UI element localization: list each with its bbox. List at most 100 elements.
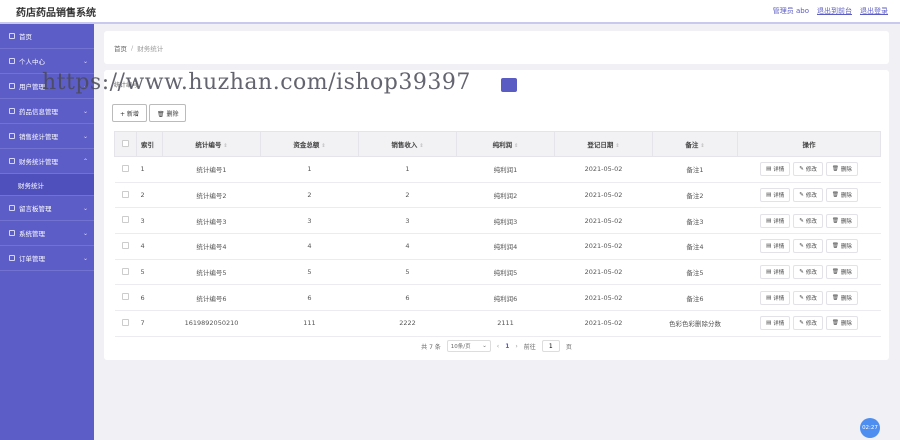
add-button[interactable]: + 新增: [112, 104, 147, 122]
col-income[interactable]: 销售收入 ⇕: [358, 131, 457, 157]
checkbox[interactable]: [122, 267, 129, 275]
edit-button[interactable]: ✎ 修改: [793, 316, 823, 331]
col-note[interactable]: 备注 ⇕: [652, 131, 738, 157]
cell-index: 4: [136, 233, 163, 260]
sort-icon[interactable]: ⇕: [321, 143, 325, 149]
cell-date: 2021-05-02: [554, 207, 653, 235]
row-delete-button[interactable]: 🗑 删除: [825, 290, 858, 305]
delete-button[interactable]: 🗑 删除: [148, 104, 187, 122]
row-delete-button[interactable]: 🗑 删除: [825, 239, 858, 254]
cell-index: 2: [136, 182, 163, 209]
col-profit[interactable]: 纯利润 ⇕: [456, 131, 555, 157]
row-checkbox-cell[interactable]: [114, 310, 137, 337]
edit-button[interactable]: ✎ 修改: [793, 265, 823, 280]
sidebar-item-finance[interactable]: 财务统计管理 ⌃: [0, 149, 94, 174]
sidebar-item-messages[interactable]: 留言板管理 ⌄: [0, 196, 94, 221]
document-icon: ▤: [766, 320, 772, 327]
edit-button[interactable]: ✎ 修改: [793, 290, 823, 305]
sort-icon[interactable]: ⇕: [514, 143, 518, 149]
sidebar-item-label: 首页: [19, 33, 32, 41]
pagination-total: 共 7 条: [421, 343, 441, 351]
col-code[interactable]: 统计编号 ⇕: [162, 131, 261, 157]
cell-profit: 纯利润2: [456, 182, 555, 209]
sidebar-item-label: 留言板管理: [19, 205, 52, 213]
settings-icon: [9, 230, 15, 236]
cell-date: 2021-05-02: [554, 310, 653, 337]
checkbox[interactable]: [122, 164, 129, 172]
sidebar-item-drugs[interactable]: 药品信息管理 ⌄: [0, 99, 94, 124]
checkbox[interactable]: [122, 190, 129, 198]
detail-button[interactable]: ▤ 详情: [760, 188, 791, 203]
prev-page-button[interactable]: ‹: [497, 343, 499, 350]
detail-button[interactable]: ▤ 详情: [760, 239, 791, 254]
cell-total: 1: [260, 156, 359, 183]
checkbox[interactable]: [122, 241, 129, 249]
edit-button[interactable]: ✎ 修改: [793, 213, 823, 228]
trash-icon: 🗑: [831, 294, 839, 301]
document-icon: ▤: [766, 192, 772, 199]
page-number-current[interactable]: 1: [505, 343, 509, 350]
cell-date: 2021-05-02: [554, 182, 653, 209]
sort-icon[interactable]: ⇕: [419, 143, 423, 149]
cell-note: 备注3: [652, 207, 738, 235]
logout-link[interactable]: 退出登录: [860, 6, 888, 16]
back-to-front-link[interactable]: 退出到前台: [817, 6, 852, 16]
next-page-button[interactable]: ›: [515, 343, 517, 350]
edit-button[interactable]: ✎ 修改: [793, 239, 823, 254]
row-checkbox-cell[interactable]: [114, 207, 137, 235]
sort-icon[interactable]: ⇕: [700, 143, 704, 149]
edit-button[interactable]: ✎ 修改: [793, 162, 823, 177]
row-checkbox-cell[interactable]: [114, 156, 137, 183]
select-all-header[interactable]: [114, 131, 137, 157]
sidebar-item-system[interactable]: 系统管理 ⌄: [0, 221, 94, 246]
checkbox[interactable]: [122, 139, 129, 147]
cell-index: 3: [136, 207, 163, 235]
row-delete-button[interactable]: 🗑 删除: [825, 188, 858, 203]
cell-index: 5: [136, 259, 163, 286]
row-checkbox-cell[interactable]: [114, 284, 137, 312]
detail-button[interactable]: ▤ 详情: [760, 213, 791, 228]
chevron-down-icon: ⌄: [82, 229, 88, 237]
edit-icon: ✎: [799, 294, 804, 301]
goto-page-input[interactable]: [541, 340, 560, 352]
floating-clock-badge[interactable]: 02:27: [860, 418, 880, 438]
sidebar-item-home[interactable]: 首页: [0, 24, 94, 49]
detail-button[interactable]: ▤ 详情: [760, 265, 791, 280]
checkbox[interactable]: [122, 293, 129, 301]
detail-button[interactable]: ▤ 详情: [760, 316, 791, 331]
sidebar-item-sales[interactable]: 销售统计管理 ⌄: [0, 124, 94, 149]
row-delete-button[interactable]: 🗑 删除: [825, 316, 858, 331]
edit-icon: ✎: [799, 243, 804, 250]
search-button[interactable]: [501, 78, 517, 92]
cell-code: 统计编号6: [162, 284, 261, 312]
cell-note: 备注1: [652, 156, 738, 183]
sort-icon[interactable]: ⇕: [615, 143, 619, 149]
row-delete-button[interactable]: 🗑 删除: [825, 265, 858, 280]
cell-income: 2: [358, 182, 457, 209]
cell-note: 备注2: [652, 182, 738, 209]
page-size-select[interactable]: 10条/页 ⌄: [446, 340, 491, 352]
col-total[interactable]: 资金总额 ⇕: [260, 131, 359, 157]
sidebar-item-orders[interactable]: 订单管理 ⌄: [0, 246, 94, 271]
row-checkbox-cell[interactable]: [114, 182, 137, 209]
col-date[interactable]: 登记日期 ⇕: [554, 131, 653, 157]
detail-button[interactable]: ▤ 详情: [760, 290, 791, 305]
col-index: 索引: [136, 131, 163, 157]
sidebar-subitem-finance-stats[interactable]: 财务统计: [0, 174, 94, 196]
chart-icon: [9, 133, 15, 139]
row-checkbox-cell[interactable]: [114, 233, 137, 260]
row-checkbox-cell[interactable]: [114, 259, 137, 286]
edit-button[interactable]: ✎ 修改: [793, 188, 823, 203]
trash-icon: 🗑: [831, 243, 839, 250]
cell-actions: ▤ 详情 ✎ 修改 🗑 删除: [737, 310, 881, 337]
cell-total: 5: [260, 259, 359, 286]
detail-button[interactable]: ▤ 详情: [760, 162, 791, 177]
row-delete-button[interactable]: 🗑 删除: [825, 213, 858, 228]
checkbox[interactable]: [122, 216, 129, 224]
sort-icon[interactable]: ⇕: [223, 143, 227, 149]
checkbox[interactable]: [122, 318, 129, 326]
breadcrumb-home[interactable]: 首页: [114, 43, 127, 53]
row-delete-button[interactable]: 🗑 删除: [825, 162, 858, 177]
cell-note: 备注4: [652, 233, 738, 260]
pagination: 共 7 条 10条/页⌄ ‹ 1 › 前往 页: [104, 340, 889, 352]
